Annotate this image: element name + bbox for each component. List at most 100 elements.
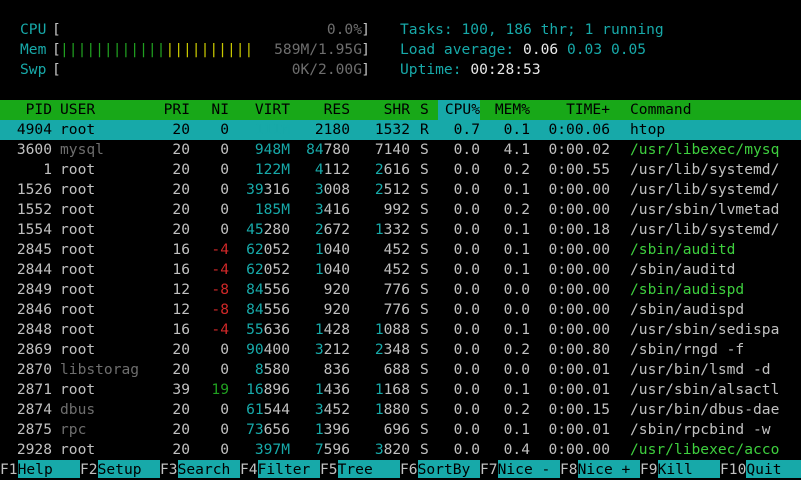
time-cell: 0:00.00	[548, 281, 610, 298]
res-cell: 1436	[314, 381, 350, 398]
process-row[interactable]: 1552 root 20 0 185M 3416 992 S 0.0 0.2 0:00.00/usr…	[0, 200, 801, 220]
process-row-selected[interactable]: 4904 root 20 0 111M 2180 1532 R 0.7 0.1 0:00.06 hto…	[0, 120, 801, 140]
user-cell: libstorag	[60, 361, 140, 378]
shr-cell: 452	[383, 241, 410, 258]
fkey-f8[interactable]: F8	[560, 460, 578, 478]
column-time[interactable]: TIME+	[530, 100, 610, 120]
fkey-f9[interactable]: F9	[640, 460, 658, 478]
process-row[interactable]: 2844 root 16 -4 62052 1040 452 S 0.0 0.1 0:00.00/s…	[0, 260, 801, 280]
time-cell: 0:00.15	[548, 401, 610, 418]
process-row[interactable]: 1554 root 20 0 45280 2672 1332 S 0.0 0.1 0:00.18/u…	[0, 220, 801, 240]
process-row[interactable]: 2846 root 12 -8 84556 920 776 S 0.0 0.0 0:00.00/sb…	[0, 300, 801, 320]
fkey-label-kill[interactable]: Kill	[657, 460, 720, 478]
fkey-label-help[interactable]: Help	[17, 460, 80, 478]
mem-cell: 0.1	[503, 121, 530, 138]
user-cell: root	[60, 161, 96, 178]
fkey-label-filter[interactable]: Filter	[257, 460, 320, 478]
state-cell: S	[420, 201, 429, 218]
column-shr[interactable]: SHR	[352, 100, 410, 120]
column-user[interactable]: USER	[60, 100, 95, 120]
virt-cell: 397M	[254, 441, 290, 458]
process-row[interactable]: 1 root 20 0 122M 4112 2616 S 0.0 0.2 0:00.55/usr/l…	[0, 160, 801, 180]
fkey-f6[interactable]: F6	[400, 460, 418, 478]
column-command[interactable]: Command	[630, 100, 692, 120]
nice-cell: 0	[220, 201, 229, 218]
swp-meter-value: 0K/2.00G	[291, 61, 362, 78]
tasks-label: Tasks:	[400, 21, 453, 38]
state-cell: S	[420, 321, 429, 338]
user-cell: root	[60, 221, 96, 238]
pri-cell: 20	[172, 161, 190, 178]
nice-cell: 0	[220, 441, 229, 458]
mem-cell: 0.2	[503, 161, 530, 178]
pri-cell: 20	[172, 361, 190, 378]
process-row[interactable]: 2928 root 20 0 397M 7596 3820 S 0.0 0.4 0:00.00/us…	[0, 440, 801, 460]
fkey-f1[interactable]: F1	[0, 460, 18, 478]
load-5min: 0.03	[566, 41, 603, 58]
nice-cell: 0	[220, 401, 229, 418]
process-row[interactable]: 2870 libstorag 20 0 8580 836 688 S 0.0 0.0 0:00.01…	[0, 360, 801, 380]
column-ni[interactable]: NI	[200, 100, 229, 120]
column-pid[interactable]: PID	[0, 100, 52, 120]
column-pri[interactable]: PRI	[150, 100, 190, 120]
virt-cell: 62052	[246, 241, 290, 258]
pri-cell: 20	[172, 121, 190, 138]
state-cell: S	[420, 241, 429, 258]
cpu-cell: 0.0	[453, 241, 480, 258]
process-row[interactable]: 2845 root 16 -4 62052 1040 452 S 0.0 0.1 0:00.00/s…	[0, 240, 801, 260]
command-cell: /usr/sbin/sedispa	[630, 321, 780, 338]
process-row[interactable]: 1526 root 20 0 39316 3008 2512 S 0.0 0.1 0:00.00/u…	[0, 180, 801, 200]
nice-cell: 19	[211, 381, 229, 398]
fkey-label-quit[interactable]: Quit	[746, 460, 801, 478]
mem-cell: 0.1	[503, 381, 530, 398]
shr-cell: 1532	[374, 121, 410, 138]
pri-cell: 12	[172, 301, 190, 318]
nice-cell: 0	[220, 161, 229, 178]
fkey-f5[interactable]: F5	[320, 460, 338, 478]
nice-cell: -8	[211, 301, 229, 318]
fkey-f10[interactable]: F10	[720, 460, 747, 478]
fkey-label-search[interactable]: Search	[177, 460, 240, 478]
fkey-f7[interactable]: F7	[480, 460, 498, 478]
cpu-cell: 0.0	[453, 361, 480, 378]
fkey-f4[interactable]: F4	[240, 460, 258, 478]
column-mem[interactable]: MEM%	[482, 100, 530, 120]
shr-cell: 1332	[374, 221, 410, 238]
column-res[interactable]: RES	[292, 100, 350, 120]
user-cell: rpc	[60, 421, 87, 438]
fkey-f2[interactable]: F2	[80, 460, 98, 478]
pid-cell: 2844	[16, 261, 52, 278]
fkey-label-tree[interactable]: Tree	[337, 460, 400, 478]
process-row[interactable]: 2871 root 39 19 16896 1436 1168 S 0.0 0.1 0:00.01 /…	[0, 380, 801, 400]
process-row[interactable]: 3600 mysql 20 0 948M 84780 7140 S 0.0 4.1 0:00.02 /…	[0, 140, 801, 160]
process-row[interactable]: 2848 root 16 -4 55636 1428 1088 S 0.0 0.1 0:00.00 /…	[0, 320, 801, 340]
time-cell: 0:00.02	[548, 141, 610, 158]
command-cell: /usr/libexec/mysq	[630, 141, 780, 158]
state-cell: S	[420, 361, 429, 378]
pid-cell: 3600	[16, 141, 52, 158]
state-cell: S	[420, 441, 429, 458]
fkey-label-sortby[interactable]: SortBy	[417, 460, 480, 478]
time-cell: 0:00.18	[548, 221, 610, 238]
fkey-label-nice[interactable]: Nice -	[497, 460, 560, 478]
fkey-label-nice[interactable]: Nice +	[577, 460, 640, 478]
mem-cell: 0.1	[503, 181, 530, 198]
column-virt[interactable]: VIRT	[232, 100, 290, 120]
mem-meter-label: Mem	[20, 41, 47, 58]
process-table-header: PID USER PRI NI VIRT RES SHR S CPU% MEM%…	[0, 100, 801, 120]
user-cell: root	[60, 181, 96, 198]
process-row[interactable]: 2869 root 20 0 90400 3212 2348 S 0.0 0.2 0:00.80/s…	[0, 340, 801, 360]
res-cell: 3008	[314, 181, 350, 198]
process-row[interactable]: 2875 rpc 20 0 73656 1396 696 S 0.0 0.1 0:00.01/sbi…	[0, 420, 801, 440]
res-cell: 2180	[314, 121, 350, 138]
column-cpu[interactable]: CPU%	[438, 100, 480, 120]
process-row[interactable]: 2849 root 12 -8 84556 920 776 S 0.0 0.0 0:00.00/sb…	[0, 280, 801, 300]
command-cell: /usr/lib/systemd/	[630, 161, 780, 178]
fkey-f3[interactable]: F3	[160, 460, 178, 478]
process-row[interactable]: 2874 dbus 20 0 61544 3452 1880 S 0.0 0.2 0:00.15/u…	[0, 400, 801, 420]
mem-cell: 0.2	[503, 401, 530, 418]
column-state[interactable]: S	[420, 100, 429, 120]
fkey-label-setup[interactable]: Setup	[97, 460, 160, 478]
user-cell: dbus	[60, 401, 96, 418]
user-cell: root	[60, 201, 96, 218]
